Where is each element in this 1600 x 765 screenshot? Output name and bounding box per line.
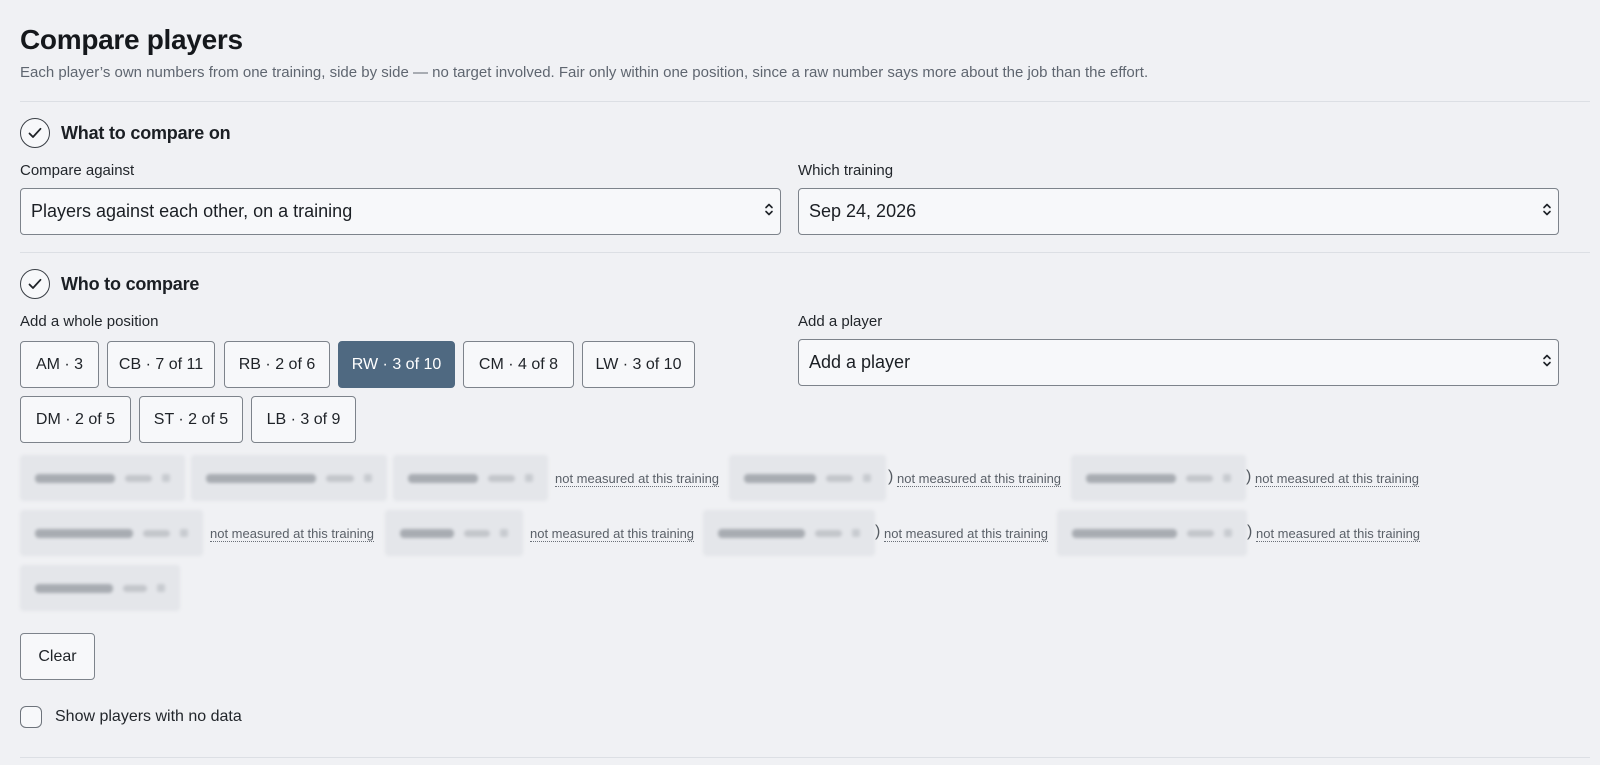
add-player-select[interactable]: Add a player	[798, 339, 1559, 386]
position-button-cm[interactable]: CM · 4 of 8	[463, 341, 574, 388]
step-who-to-compare: Who to compare	[20, 269, 199, 299]
divider	[20, 757, 1590, 758]
player-chip[interactable]	[729, 455, 886, 501]
clear-button[interactable]: Clear	[20, 633, 95, 680]
step-what-to-compare-on: What to compare on	[20, 118, 231, 148]
compare-against-label: Compare against	[20, 162, 135, 179]
which-training-select[interactable]: Sep 24, 2026	[798, 188, 1559, 235]
position-button-lw[interactable]: LW · 3 of 10	[582, 341, 695, 388]
show-no-data-label: Show players with no data	[55, 708, 242, 725]
show-no-data-checkbox[interactable]	[20, 706, 42, 728]
position-button-dm[interactable]: DM · 2 of 5	[20, 396, 131, 443]
position-button-am[interactable]: AM · 3	[20, 341, 99, 388]
player-chip[interactable]	[393, 455, 548, 501]
compare-against-value: Players against each other, on a trainin…	[31, 201, 353, 221]
not-measured-note: not measured at this training	[555, 471, 720, 487]
not-measured-note: not measured at this training	[210, 526, 375, 542]
page-title: Compare players	[20, 24, 243, 55]
player-chip[interactable]	[703, 510, 875, 556]
chip-paren: )	[1246, 468, 1252, 485]
select-chevron-icon	[1542, 352, 1552, 373]
step-title: What to compare on	[61, 122, 231, 143]
not-measured-note: not measured at this training	[884, 526, 1049, 542]
chip-paren: )	[1247, 523, 1253, 540]
player-chip[interactable]	[20, 510, 203, 556]
position-button-rb[interactable]: RB · 2 of 6	[224, 341, 330, 388]
chip-paren: )	[888, 468, 894, 485]
not-measured-note: not measured at this training	[1255, 471, 1420, 487]
position-button-cb[interactable]: CB · 7 of 11	[107, 341, 215, 388]
compare-players-page: Compare players Each player’s own number…	[0, 0, 1600, 765]
whole-position-label: Add a whole position	[20, 313, 159, 330]
position-button-st[interactable]: ST · 2 of 5	[139, 396, 243, 443]
compare-against-select[interactable]: Players against each other, on a trainin…	[20, 188, 781, 235]
which-training-value: Sep 24, 2026	[809, 201, 917, 221]
check-icon	[20, 269, 50, 299]
player-chip[interactable]	[20, 565, 180, 611]
select-chevron-icon	[764, 201, 774, 222]
not-measured-note: not measured at this training	[530, 526, 695, 542]
position-button-rw[interactable]: RW · 3 of 10	[338, 341, 455, 388]
not-measured-note: not measured at this training	[897, 471, 1062, 487]
select-chevron-icon	[1542, 201, 1552, 222]
page-subtitle: Each player’s own numbers from one train…	[20, 64, 1149, 81]
which-training-label: Which training	[798, 162, 894, 179]
add-player-placeholder: Add a player	[809, 352, 911, 372]
check-icon	[20, 118, 50, 148]
step-title: Who to compare	[61, 273, 200, 294]
player-chip[interactable]	[1071, 455, 1246, 501]
player-chip[interactable]	[20, 455, 185, 501]
divider	[20, 101, 1590, 102]
add-player-label: Add a player	[798, 313, 883, 330]
divider	[20, 252, 1590, 253]
player-chip[interactable]	[1057, 510, 1247, 556]
player-chip[interactable]	[191, 455, 387, 501]
not-measured-note: not measured at this training	[1256, 526, 1421, 542]
show-no-data-row: Show players with no data	[20, 706, 242, 728]
position-button-lb[interactable]: LB · 3 of 9	[251, 396, 356, 443]
chip-paren: )	[875, 523, 881, 540]
player-chip[interactable]	[385, 510, 523, 556]
